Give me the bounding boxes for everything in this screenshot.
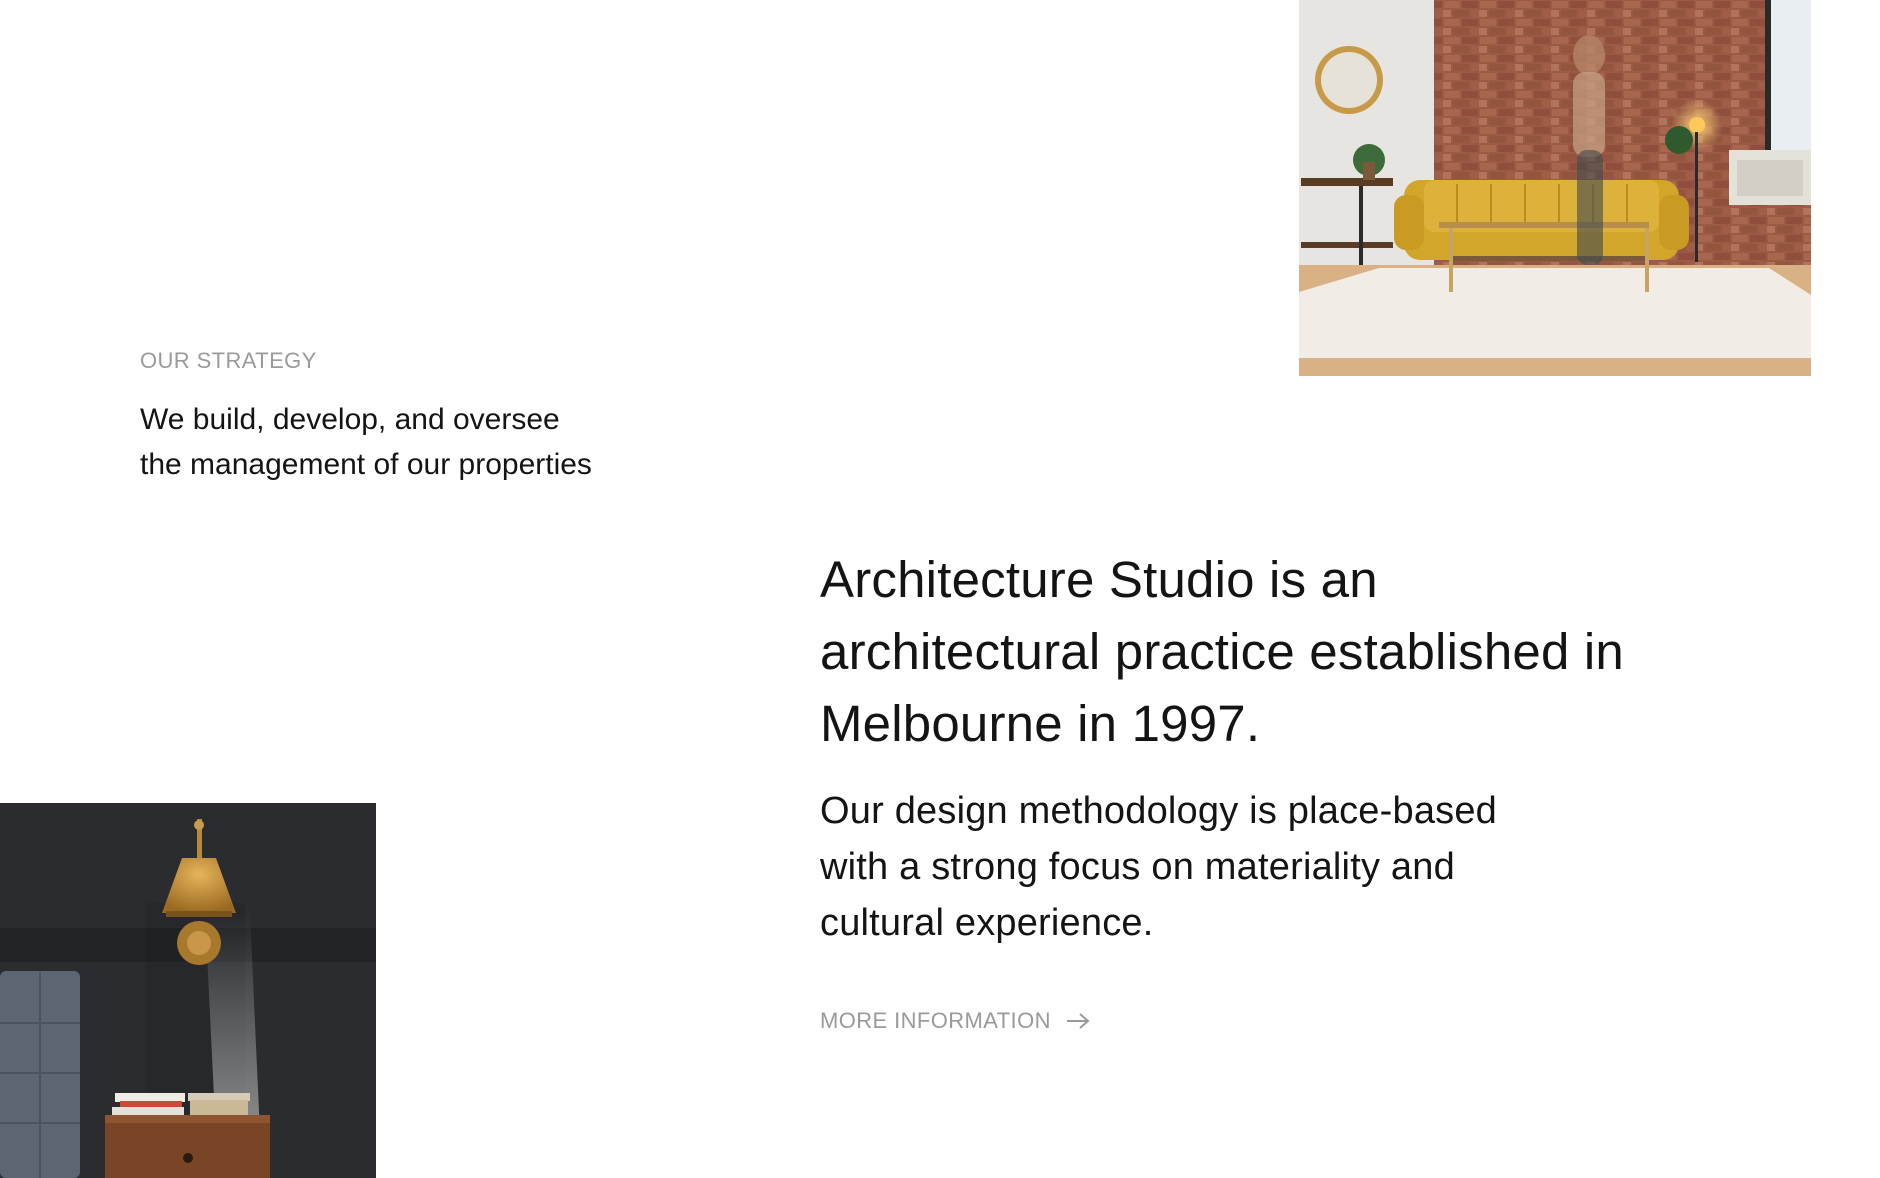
about-body: Our design methodology is place-based wi… <box>820 783 1620 951</box>
strategy-line-2: the management of our properties <box>140 448 592 481</box>
more-information-label: MORE INFORMATION <box>820 1008 1051 1033</box>
headline-line-1: Architecture Studio is an <box>820 551 1378 608</box>
arrow-right-icon <box>1066 1013 1090 1029</box>
bedroom-image <box>0 803 376 1178</box>
headline-line-2: architectural practice established in <box>820 623 1624 680</box>
strategy-description: We build, develop, and oversee the manag… <box>140 397 700 487</box>
body-line-2: with a strong focus on materiality and <box>820 846 1455 888</box>
living-room-image <box>1299 0 1811 376</box>
body-line-1: Our design methodology is place-based <box>820 790 1498 832</box>
strategy-eyebrow: OUR STRATEGY <box>140 348 317 373</box>
about-headline: Architecture Studio is an architectural … <box>820 544 1760 760</box>
headline-line-3: Melbourne in 1997. <box>820 695 1261 752</box>
more-information-link[interactable]: MORE INFORMATION <box>820 1008 1091 1034</box>
body-line-3: cultural experience. <box>820 902 1154 944</box>
strategy-line-1: We build, develop, and oversee <box>140 403 560 436</box>
